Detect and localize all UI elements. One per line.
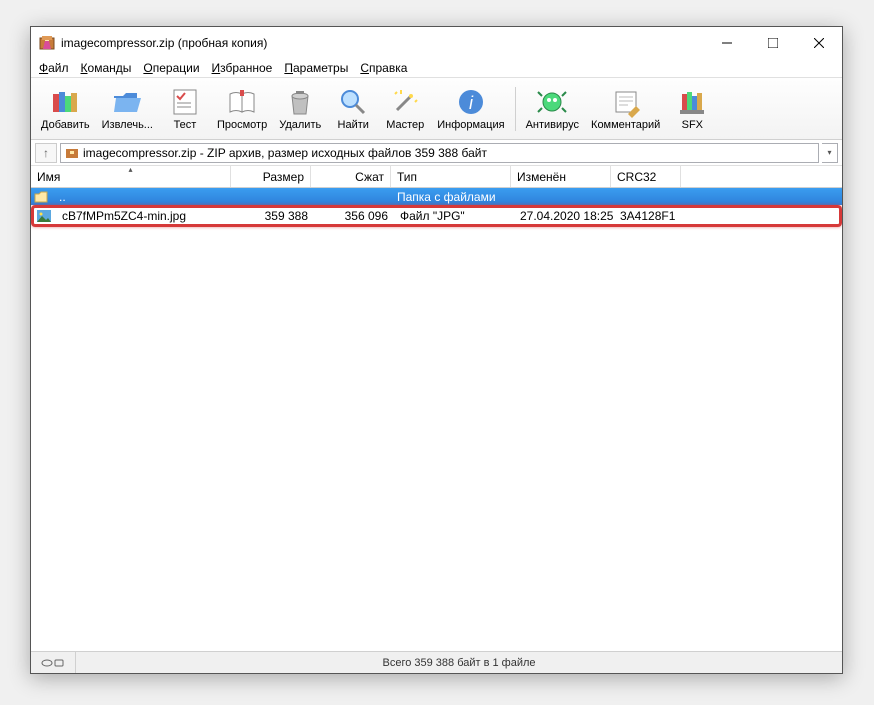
view-button[interactable]: Просмотр xyxy=(211,84,273,133)
checklist-icon xyxy=(169,86,201,118)
column-headers: Имя▴ Размер Сжат Тип Изменён CRC32 xyxy=(31,166,842,188)
cell-size: 359 388 xyxy=(234,209,314,223)
note-icon xyxy=(610,86,642,118)
menu-commands[interactable]: Команды xyxy=(75,60,138,76)
column-crc[interactable]: CRC32 xyxy=(611,166,681,187)
info-icon: i xyxy=(455,86,487,118)
antivirus-button[interactable]: Антивирус xyxy=(520,84,585,133)
cell-packed: 356 096 xyxy=(314,209,394,223)
sort-arrow-icon: ▴ xyxy=(128,166,132,174)
address-input[interactable]: imagecompressor.zip - ZIP архив, размер … xyxy=(60,143,819,163)
parent-folder-row[interactable]: .. Папка с файлами xyxy=(31,188,842,205)
folder-icon xyxy=(33,190,49,204)
image-file-icon xyxy=(36,209,52,223)
menu-operations[interactable]: Операции xyxy=(137,60,205,76)
menu-help[interactable]: Справка xyxy=(354,60,413,76)
file-row[interactable]: cB7fMPm5ZC4-min.jpg 359 388 356 096 Файл… xyxy=(31,205,842,227)
status-total: Всего 359 388 байт в 1 файле xyxy=(372,657,545,669)
up-button[interactable]: ↑ xyxy=(35,143,57,163)
menu-file[interactable]: Файл xyxy=(33,60,75,76)
app-icon xyxy=(39,35,55,51)
window-controls xyxy=(704,27,842,58)
wizard-button[interactable]: Мастер xyxy=(379,84,431,133)
menu-bar: Файл Команды Операции Избранное Параметр… xyxy=(31,58,842,78)
file-rows: .. Папка с файлами cB7fMPm5ZC4-min.jpg 3… xyxy=(31,188,842,651)
cell-type: Файл "JPG" xyxy=(394,209,514,223)
column-type[interactable]: Тип xyxy=(391,166,511,187)
column-modified[interactable]: Изменён xyxy=(511,166,611,187)
trash-icon xyxy=(284,86,316,118)
cell-crc: 3A4128F1 xyxy=(614,209,684,223)
comment-button[interactable]: Комментарий xyxy=(585,84,666,133)
window-title: imagecompressor.zip (пробная копия) xyxy=(61,36,704,50)
close-button[interactable] xyxy=(796,27,842,58)
toolbar: Добавить Извлечь... Тест Просмотр Удалит… xyxy=(31,78,842,140)
maximize-button[interactable] xyxy=(750,27,796,58)
column-packed[interactable]: Сжат xyxy=(311,166,391,187)
file-list: Имя▴ Размер Сжат Тип Изменён CRC32 .. Па… xyxy=(31,166,842,651)
status-disk-icon xyxy=(31,652,76,673)
archive-icon xyxy=(65,146,79,160)
cell-type: Папка с файлами xyxy=(391,190,511,204)
menu-favorites[interactable]: Избранное xyxy=(206,60,279,76)
minimize-button[interactable] xyxy=(704,27,750,58)
column-name[interactable]: Имя▴ xyxy=(31,166,231,187)
add-button[interactable]: Добавить xyxy=(35,84,96,133)
toolbar-separator xyxy=(515,87,516,131)
books-archive-icon xyxy=(676,86,708,118)
address-text: imagecompressor.zip - ZIP архив, размер … xyxy=(83,146,487,160)
folder-open-icon xyxy=(111,86,143,118)
title-bar: imagecompressor.zip (пробная копия) xyxy=(31,27,842,58)
books-stack-icon xyxy=(49,86,81,118)
column-size[interactable]: Размер xyxy=(231,166,311,187)
sfx-button[interactable]: SFX xyxy=(666,84,718,133)
find-button[interactable]: Найти xyxy=(327,84,379,133)
extract-button[interactable]: Извлечь... xyxy=(96,84,159,133)
virus-icon xyxy=(536,86,568,118)
wand-icon xyxy=(389,86,421,118)
address-bar: ↑ imagecompressor.zip - ZIP архив, разме… xyxy=(31,140,842,166)
book-open-icon xyxy=(226,86,258,118)
cell-name: cB7fMPm5ZC4-min.jpg xyxy=(56,209,234,223)
status-bar: Всего 359 388 байт в 1 файле xyxy=(31,651,842,673)
delete-button[interactable]: Удалить xyxy=(273,84,327,133)
address-dropdown[interactable]: ▾ xyxy=(822,143,838,163)
magnifier-icon xyxy=(337,86,369,118)
cell-name: .. xyxy=(53,190,231,204)
menu-params[interactable]: Параметры xyxy=(278,60,354,76)
test-button[interactable]: Тест xyxy=(159,84,211,133)
cell-modified: 27.04.2020 18:25 xyxy=(514,209,614,223)
info-button[interactable]: i Информация xyxy=(431,84,510,133)
app-window: imagecompressor.zip (пробная копия) Файл… xyxy=(30,26,843,674)
